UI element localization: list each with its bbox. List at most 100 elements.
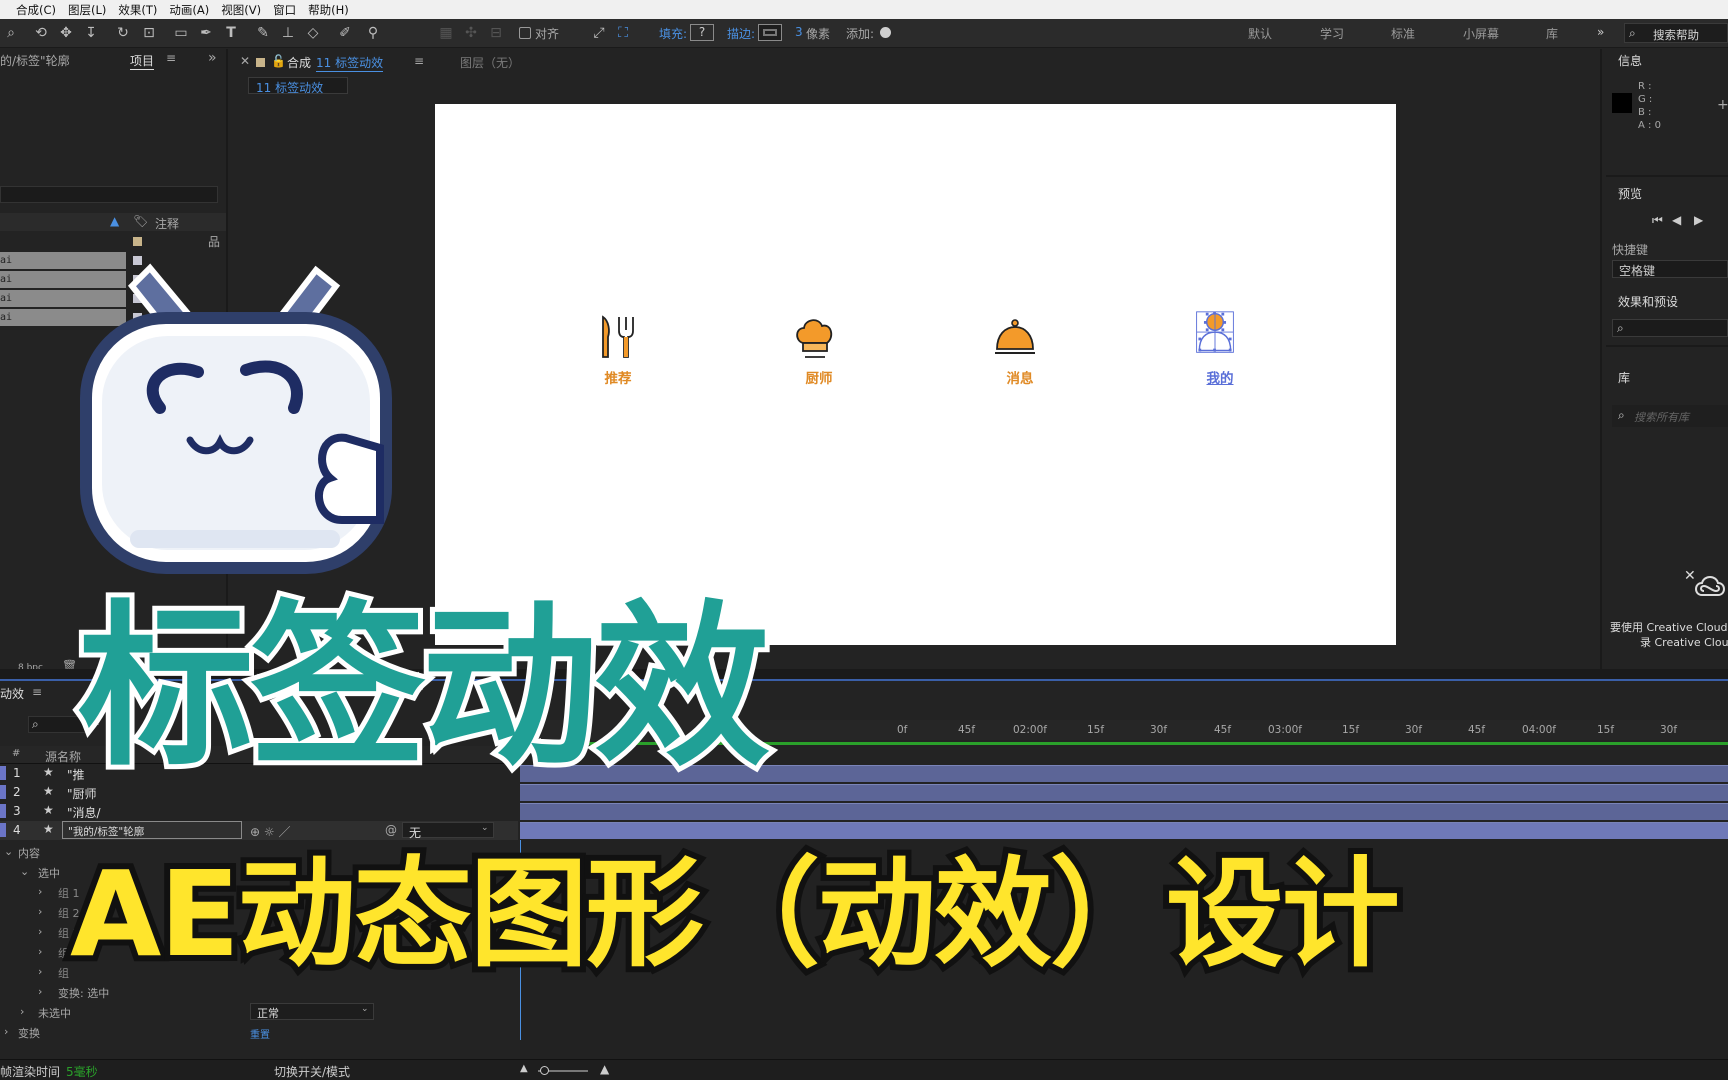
workspace-learn[interactable]: 学习: [1320, 25, 1344, 42]
search-help-input[interactable]: ⌕ 搜索帮助: [1624, 23, 1728, 43]
zoom-in-icon[interactable]: ▲: [600, 1062, 609, 1076]
comp-menu-icon[interactable]: ≡: [414, 54, 424, 68]
anchor-tool-icon[interactable]: ⊡: [138, 23, 160, 43]
reset-link[interactable]: 重置: [250, 1026, 270, 1041]
tab-label-message[interactable]: 消息: [990, 367, 1050, 387]
prop-content[interactable]: 内容: [18, 845, 40, 861]
expand-arrow-icon[interactable]: ›: [20, 1005, 24, 1018]
pan-tool-icon[interactable]: ✥: [55, 23, 77, 43]
timeline-tab[interactable]: 动效: [0, 685, 24, 702]
expand-arrow-icon[interactable]: ›: [38, 945, 42, 958]
comp-canvas[interactable]: 推荐 厨师 消息 我的: [435, 104, 1396, 645]
workspace-library[interactable]: 库: [1546, 25, 1558, 42]
expand-arrow-icon[interactable]: ›: [4, 1025, 8, 1038]
fill-swatch[interactable]: ?: [690, 24, 714, 41]
label-tag-icon[interactable]: 🏷: [133, 214, 148, 228]
switch-icons[interactable]: ⊕ ☼ ／: [250, 823, 290, 840]
effects-search-input[interactable]: ⌕: [1612, 319, 1728, 337]
workspace-default[interactable]: 默认: [1248, 25, 1272, 42]
comp-tab-name[interactable]: 11 标签动效: [316, 54, 384, 72]
prop-transform[interactable]: 变换: [18, 1025, 40, 1041]
sort-arrow-icon[interactable]: ▲: [110, 214, 119, 228]
add-menu-icon[interactable]: [880, 27, 891, 38]
tab-label-chef[interactable]: 厨师: [789, 367, 849, 387]
blend-mode-select[interactable]: 正常 ⌄: [250, 1003, 374, 1020]
first-frame-icon[interactable]: ⏮: [1652, 213, 1663, 228]
layer-tab[interactable]: 图层（无）: [460, 54, 520, 71]
prop-group[interactable]: 组: [58, 945, 69, 961]
layer-row-selected[interactable]: 4 ★ "我的/标签"轮廓 ⊕ ☼ ／ @ 无 ⌄: [0, 821, 518, 840]
prop-transform-selected[interactable]: 变换: 选中: [58, 985, 109, 1001]
prop-group[interactable]: 组: [58, 965, 69, 981]
text-tool-icon[interactable]: T: [220, 23, 242, 43]
play-icon[interactable]: ▶: [1694, 213, 1703, 227]
orbit-tool-icon[interactable]: ⟲: [30, 23, 52, 43]
brush-tool-icon[interactable]: ✎: [252, 23, 274, 43]
panel-menu-icon[interactable]: ≡: [166, 51, 176, 65]
parent-pickwhip-icon[interactable]: @: [385, 823, 397, 837]
menu-view[interactable]: 视图(V): [215, 2, 267, 18]
snap-icon[interactable]: ⤢: [588, 23, 610, 43]
prev-frame-icon[interactable]: ◀: [1672, 213, 1681, 227]
prop-selected-group[interactable]: 选中: [38, 865, 60, 881]
project-search-input[interactable]: [0, 186, 218, 203]
tab-label-recommend[interactable]: 推荐: [588, 367, 648, 387]
pen-tool-icon[interactable]: ✒: [195, 23, 217, 43]
zoom-slider-thumb[interactable]: [540, 1066, 549, 1075]
comp-tab-prefix[interactable]: 合成: [287, 54, 311, 71]
expand-arrow-icon[interactable]: ›: [38, 925, 42, 938]
comp-subtab[interactable]: 11 标签动效: [248, 77, 348, 95]
flowchart-icon[interactable]: 品: [208, 233, 220, 250]
axis-local-icon[interactable]: ▦: [435, 23, 457, 43]
clone-stamp-tool-icon[interactable]: ⊥: [277, 23, 299, 43]
snap-target-icon[interactable]: ⛶: [612, 23, 634, 43]
align-checkbox[interactable]: [519, 27, 531, 39]
zoom-tool-icon[interactable]: ⌕: [0, 23, 22, 43]
roto-brush-tool-icon[interactable]: ✐: [334, 23, 356, 43]
lock-icon[interactable]: 🔓: [271, 54, 286, 68]
tab-project[interactable]: 项目: [130, 52, 155, 70]
library-search-input[interactable]: ⌕ 搜索所有库: [1612, 405, 1728, 427]
zoom-out-icon[interactable]: ▲: [520, 1063, 528, 1074]
expand-arrow-icon[interactable]: ⌄: [4, 845, 13, 858]
menu-animation[interactable]: 动画(A): [163, 2, 215, 18]
menu-window[interactable]: 窗口: [267, 2, 302, 18]
stroke-swatch[interactable]: [758, 24, 782, 41]
workspace-small-screen[interactable]: 小屏幕: [1463, 25, 1499, 42]
expand-arrow-icon[interactable]: ›: [38, 965, 42, 978]
layer-duration-bar-selected[interactable]: [520, 822, 1728, 839]
menu-layer[interactable]: 图层(L): [62, 2, 112, 18]
eraser-tool-icon[interactable]: ◇: [302, 23, 324, 43]
expand-arrow-icon[interactable]: ⌄: [20, 865, 29, 878]
close-tab-icon[interactable]: ✕: [240, 54, 250, 68]
mascot-sticker: [80, 263, 392, 574]
layer-duration-bar[interactable]: [520, 803, 1728, 820]
menu-composition[interactable]: 合成(C): [10, 2, 62, 18]
workspace-standard[interactable]: 标准: [1391, 25, 1415, 42]
dolly-tool-icon[interactable]: ↧: [80, 23, 102, 43]
axis-world-icon[interactable]: ✣: [460, 23, 482, 43]
layer-name-field[interactable]: "我的/标签"轮廓: [62, 821, 242, 839]
axis-view-icon[interactable]: ⊟: [485, 23, 507, 43]
expand-arrow-icon[interactable]: ›: [38, 985, 42, 998]
overlay-subtitle: AE动态图形（动效）设计: [64, 845, 1406, 983]
rotate-tool-icon[interactable]: ↻: [112, 23, 134, 43]
menu-help[interactable]: 帮助(H): [302, 2, 355, 18]
expand-arrow-icon[interactable]: ›: [38, 885, 42, 898]
effects-title: 效果和预设: [1618, 295, 1679, 309]
prop-unselected-group[interactable]: 未选中: [38, 1005, 71, 1021]
menu-effect[interactable]: 效果(T): [112, 2, 163, 18]
toggle-switches-button[interactable]: 切换开关/模式: [274, 1063, 350, 1080]
shortcut-select[interactable]: 空格键: [1612, 260, 1728, 278]
expand-arrow-icon[interactable]: ›: [38, 905, 42, 918]
layer-color-label: [0, 766, 6, 780]
workspace-overflow-icon[interactable]: »: [1597, 25, 1604, 39]
rectangle-tool-icon[interactable]: ▭: [170, 23, 192, 43]
panel-expand-icon[interactable]: »: [208, 50, 217, 66]
parent-select[interactable]: 无 ⌄: [402, 822, 494, 840]
layer-row[interactable]: 3 ★ "消息/: [0, 802, 518, 821]
tab-label-mine[interactable]: 我的: [1190, 367, 1250, 387]
timeline-menu-icon[interactable]: ≡: [32, 685, 42, 699]
puppet-pin-tool-icon[interactable]: ⚲: [362, 23, 384, 43]
stroke-width[interactable]: 3: [795, 25, 803, 39]
